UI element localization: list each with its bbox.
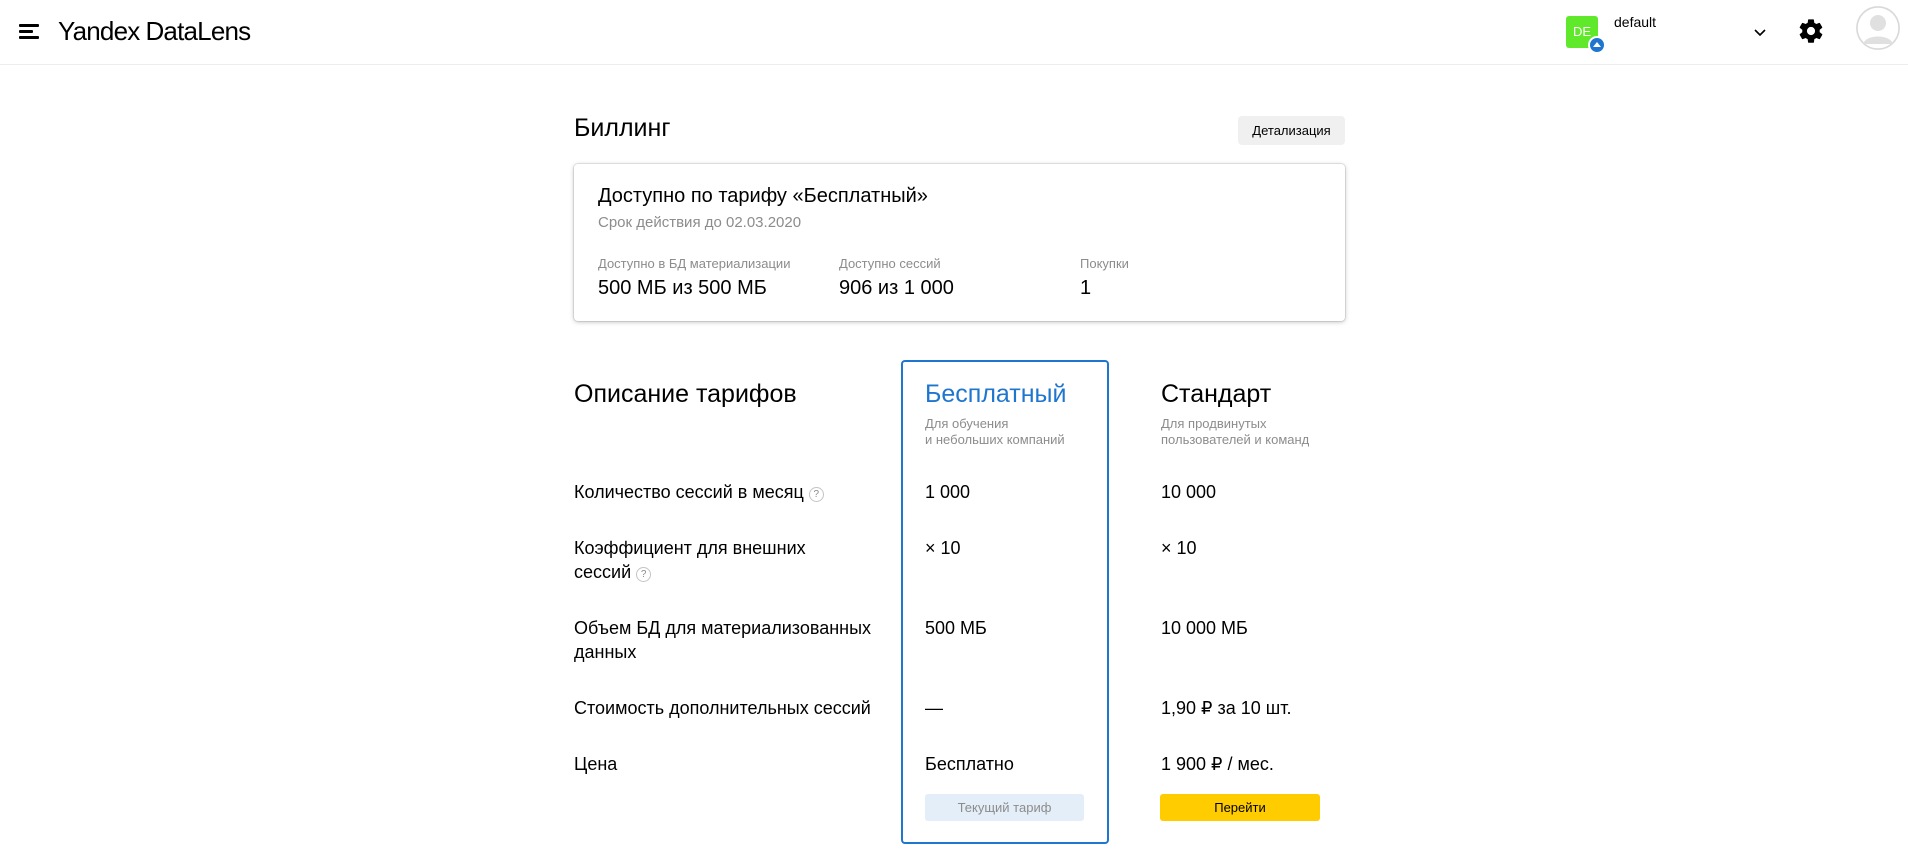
project-name: default — [1614, 14, 1657, 30]
stat-purchases: Покупки 1 — [1080, 256, 1129, 300]
user-icon[interactable] — [1856, 6, 1900, 50]
stat-label: Покупки — [1080, 256, 1129, 271]
cell-standard-coefficient: × 10 — [1161, 538, 1197, 558]
row-label-price: Цена — [574, 754, 618, 774]
cloud-badge-icon — [1588, 36, 1606, 54]
project-switcher[interactable]: DE default — [1566, 14, 1776, 54]
cell-free-db-volume: 500 МБ — [925, 618, 987, 638]
plan-description-line: Для продвинутых — [1161, 416, 1267, 431]
row-label-extra-sessions-cost: Стоимость дополнительных сессий — [574, 698, 871, 718]
billing-summary-card: Доступно по тарифу «Бесплатный» Срок дей… — [574, 164, 1345, 321]
stat-value: 500 МБ из 500 МБ — [598, 277, 767, 299]
app-logo[interactable]: Yandex DataLens — [58, 14, 251, 48]
cell-standard-price: 1 900 ₽ / мес. — [1161, 754, 1274, 774]
validity-date: Срок действия до 02.03.2020 — [598, 214, 802, 231]
logo-product: DataLens — [145, 16, 251, 46]
summary-title: Доступно по тарифу «Бесплатный» — [598, 185, 928, 207]
cell-free-extra-sessions-cost: — — [925, 698, 943, 718]
stat-label: Доступно в БД материализации — [598, 256, 791, 271]
row-label-text: Коэффициент для внешних сессий — [574, 538, 806, 582]
stat-materialization: Доступно в БД материализации 500 МБ из 5… — [598, 256, 790, 300]
stat-value: 906 из 1 000 — [839, 277, 954, 299]
cell-standard-extra-sessions-cost: 1,90 ₽ за 10 шт. — [1161, 698, 1292, 718]
plan-description-free: Для обучения и небольших компаний — [925, 416, 1115, 448]
cell-free-coefficient: × 10 — [925, 538, 961, 558]
chevron-down-icon[interactable] — [1752, 24, 1768, 40]
row-label-text: Количество сессий в месяц — [574, 482, 804, 502]
app-header: Yandex DataLens DE default — [0, 0, 1908, 65]
menu-icon[interactable] — [17, 20, 41, 42]
cell-standard-sessions: 10 000 — [1161, 482, 1217, 502]
plan-description-line: и небольших компаний — [925, 432, 1065, 447]
details-button[interactable]: Детализация — [1238, 116, 1345, 145]
current-plan-button: Текущий тариф — [925, 794, 1084, 821]
tariffs-title: Описание тарифов — [574, 380, 797, 408]
plan-name-free: Бесплатный — [925, 380, 1067, 408]
help-icon[interactable]: ? — [636, 567, 652, 582]
plan-description-line: Для обучения — [925, 416, 1009, 431]
cell-free-price: Бесплатно — [925, 754, 1014, 774]
cell-standard-db-volume: 10 000 МБ — [1161, 618, 1248, 638]
plan-description-standard: Для продвинутых пользователей и команд — [1161, 416, 1351, 448]
plan-name-standard: Стандарт — [1161, 380, 1272, 408]
plan-description-line: пользователей и команд — [1161, 432, 1310, 447]
logo-brand: Yandex — [58, 16, 140, 46]
row-label-db-volume: Объем БД для материализованных данных — [574, 618, 872, 662]
page-title: Биллинг — [574, 114, 671, 142]
help-icon[interactable]: ? — [808, 487, 824, 502]
cell-free-sessions: 1 000 — [925, 482, 971, 502]
switch-plan-button[interactable]: Перейти — [1160, 794, 1320, 821]
stat-label: Доступно сессий — [839, 256, 941, 271]
stat-sessions: Доступно сессий 906 из 1 000 — [839, 256, 954, 300]
row-label-sessions: Количество сессий в месяц? — [574, 480, 874, 504]
stat-value: 1 — [1080, 277, 1092, 299]
gear-icon[interactable] — [1797, 17, 1825, 45]
row-label-coefficient: Коэффициент для внешних сессий? — [574, 536, 814, 584]
